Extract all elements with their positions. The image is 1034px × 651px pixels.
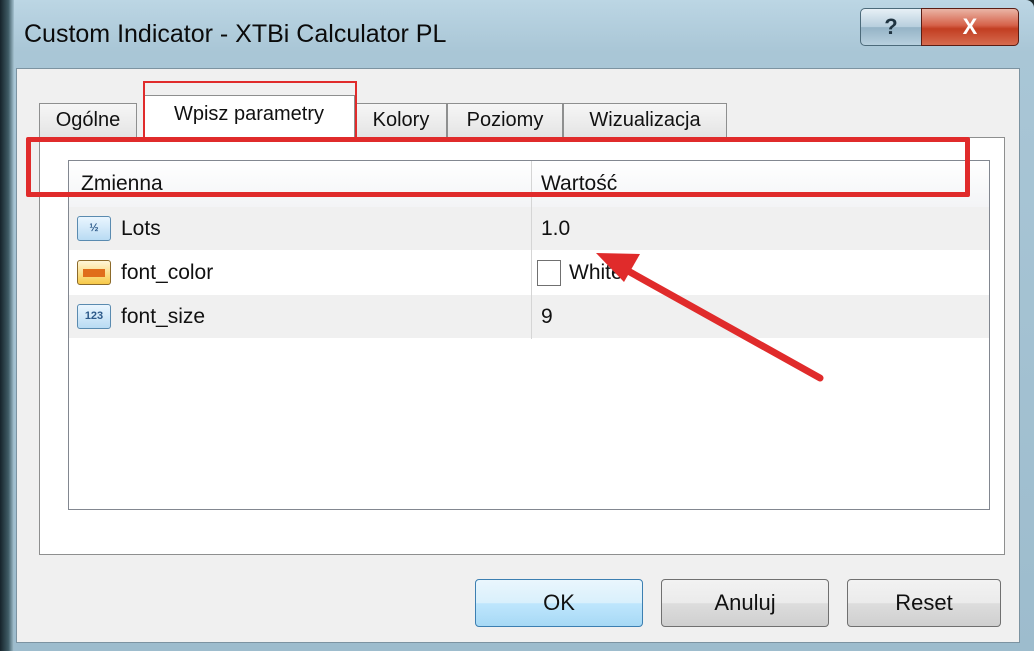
row-value[interactable]: 9 xyxy=(541,305,553,329)
column-divider[interactable] xyxy=(531,161,532,207)
cancel-button[interactable]: Anuluj xyxy=(661,579,829,627)
dialog-client-area: Ogólne Wpisz parametry Kolory Poziomy Wi… xyxy=(16,68,1020,643)
parameters-grid: Zmienna Wartość ½ Lots 1.0 font_color Wh… xyxy=(68,160,990,510)
color-swatch[interactable] xyxy=(537,260,561,286)
table-row-font-color[interactable]: font_color White xyxy=(69,251,989,295)
integer-icon: 123 xyxy=(77,304,111,329)
color-icon xyxy=(77,260,111,285)
table-row-lots[interactable]: ½ Lots 1.0 xyxy=(69,207,989,251)
tab-poziomy[interactable]: Poziomy xyxy=(447,103,563,137)
table-row-font-size[interactable]: 123 font_size 9 xyxy=(69,295,989,339)
row-value[interactable]: White xyxy=(569,261,623,285)
window-title: Custom Indicator - XTBi Calculator PL xyxy=(24,20,447,48)
fraction-icon: ½ xyxy=(77,216,111,241)
tab-wpisz-parametry[interactable]: Wpisz parametry xyxy=(143,95,355,139)
column-header-variable[interactable]: Zmienna xyxy=(81,172,163,196)
grid-header: Zmienna Wartość xyxy=(69,161,989,208)
ok-button[interactable]: OK xyxy=(475,579,643,627)
row-value[interactable]: 1.0 xyxy=(541,217,570,241)
tab-ogolne[interactable]: Ogólne xyxy=(39,103,137,137)
row-variable-name: Lots xyxy=(121,217,161,240)
row-variable-name: font_size xyxy=(121,305,206,328)
row-variable-name: font_color xyxy=(121,261,214,284)
column-divider xyxy=(531,295,532,339)
dialog-window: Custom Indicator - XTBi Calculator PL ? … xyxy=(0,0,1034,651)
help-button[interactable]: ? xyxy=(860,8,922,46)
tab-wizualizacja[interactable]: Wizualizacja xyxy=(563,103,727,137)
window-edge xyxy=(0,0,14,651)
column-divider xyxy=(531,251,532,295)
parameters-panel: Zmienna Wartość ½ Lots 1.0 font_color Wh… xyxy=(39,137,1005,555)
column-header-value[interactable]: Wartość xyxy=(541,172,617,196)
tab-kolory[interactable]: Kolory xyxy=(355,103,447,137)
reset-button[interactable]: Reset xyxy=(847,579,1001,627)
close-button[interactable]: X xyxy=(921,8,1019,46)
column-divider xyxy=(531,207,532,251)
